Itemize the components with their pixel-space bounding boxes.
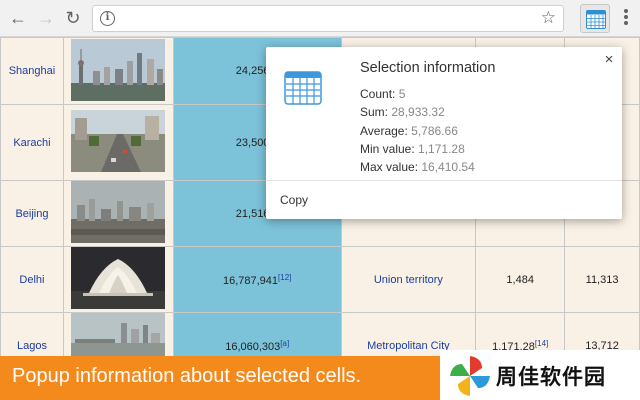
forward-arrow-icon[interactable]: →: [36, 8, 56, 28]
type-cell[interactable]: Union territory: [340, 246, 477, 313]
popup-title: Selection information: [360, 60, 496, 76]
sum-line: Sum: 28,933.32: [360, 103, 475, 121]
count-label: Count:: [360, 87, 396, 101]
city-cell[interactable]: Beijing: [0, 180, 64, 247]
density-cell[interactable]: 11,313: [564, 246, 640, 313]
average-line: Average: 5,786.66: [360, 122, 475, 140]
city-cell[interactable]: Karachi: [0, 104, 64, 181]
brand-name: 周佳软件园: [496, 366, 606, 389]
average-label: Average:: [360, 123, 408, 138]
max-value: 16,410.54: [421, 160, 475, 175]
city-cell[interactable]: Shanghai: [0, 37, 64, 105]
back-arrow-icon[interactable]: ←: [8, 8, 28, 28]
brand-watermark: 周佳软件园: [440, 350, 640, 400]
pinwheel-logo-icon: [450, 356, 490, 396]
browser-toolbar: ← → ↻ i ☆: [0, 0, 640, 37]
population-value: 16,787,941: [222, 274, 279, 287]
population-cell[interactable]: 16,787,941[12]: [172, 246, 342, 313]
city-photo: [62, 104, 174, 181]
city-photo: [62, 180, 174, 247]
beijing-cityscape-image: [71, 181, 166, 243]
star-icon[interactable]: ☆: [541, 8, 556, 28]
selection-stats: Count: 5 Sum: 28,933.32 Average: 5,786.6…: [360, 85, 475, 176]
menu-dots-icon[interactable]: [620, 8, 632, 28]
area-value: 1,484: [506, 273, 534, 286]
type-link[interactable]: Union territory: [374, 274, 443, 286]
population-reference[interactable]: [a]: [280, 339, 289, 348]
average-value: 5,786.66: [411, 123, 458, 138]
city-cell[interactable]: Delhi: [0, 246, 64, 313]
max-label: Max value:: [360, 160, 419, 175]
city-photo: [62, 37, 174, 105]
close-icon[interactable]: ×: [602, 52, 616, 67]
caption-text: Popup information about selected cells.: [12, 365, 362, 387]
caption-banner: Popup information about selected cells.: [0, 356, 440, 400]
count-line: Count: 5: [360, 85, 475, 103]
shanghai-skyline-image: [71, 38, 166, 101]
sum-value: 28,933.32: [391, 105, 445, 120]
extension-button[interactable]: [580, 4, 610, 33]
area-reference[interactable]: [14]: [535, 339, 548, 348]
calendar-icon: [586, 10, 606, 29]
density-value: 11,313: [585, 273, 619, 286]
type-link[interactable]: Metropolitan City: [367, 340, 450, 352]
copy-button[interactable]: Copy: [280, 193, 308, 207]
max-line: Max value: 16,410.54: [360, 158, 475, 176]
min-label: Min value:: [360, 141, 415, 156]
min-value: 1,171.28: [418, 141, 465, 156]
population-reference[interactable]: [12]: [278, 273, 291, 282]
min-line: Min value: 1,171.28: [360, 140, 475, 158]
city-photo: [62, 246, 174, 313]
selection-info-popup: Selection information × Count: 5 Sum: 28…: [266, 47, 622, 219]
table-row: Delhi 16,787,941[12] Union territory 1,4…: [0, 246, 640, 313]
calendar-icon: [284, 71, 322, 105]
address-bar[interactable]: i ☆: [92, 5, 564, 32]
area-cell[interactable]: 1,484: [475, 246, 566, 313]
population-value: 16,060,303: [225, 340, 281, 353]
info-icon[interactable]: i: [100, 11, 115, 26]
popup-divider: [266, 180, 622, 181]
delhi-lotus-temple-image: [71, 247, 166, 309]
karachi-street-image: [71, 110, 166, 172]
sum-label: Sum:: [360, 105, 389, 120]
reload-icon[interactable]: ↻: [63, 8, 83, 28]
count-value: 5: [398, 87, 406, 101]
